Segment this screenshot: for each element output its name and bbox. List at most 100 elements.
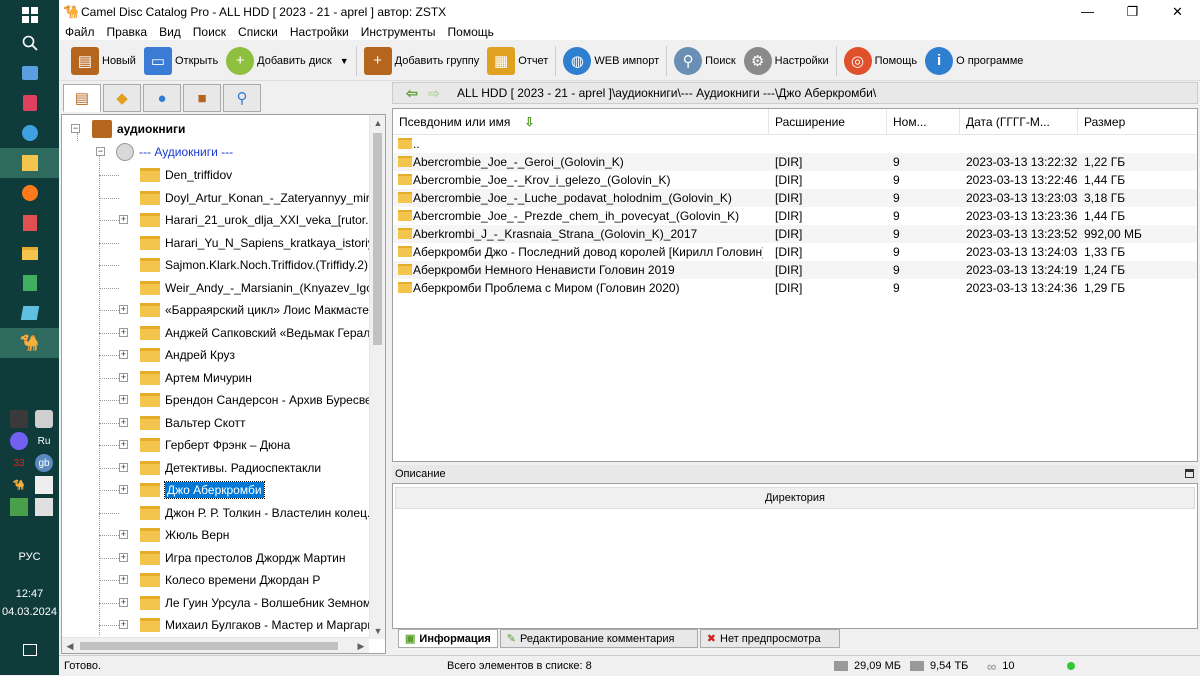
menu-settings[interactable]: Настройки (284, 25, 355, 39)
h-scroll-thumb[interactable] (80, 642, 338, 650)
collapse-icon[interactable]: − (96, 147, 105, 156)
expand-icon[interactable]: + (119, 372, 128, 382)
back-arrow-icon[interactable]: ⇦ (401, 84, 423, 102)
sticky-notes-icon[interactable] (0, 148, 59, 178)
tree-disc-node[interactable]: − --- Аудиокниги --- (96, 141, 233, 163)
tree-folder-node[interactable]: + Артем Мичурин (119, 367, 252, 389)
collapse-icon[interactable]: − (71, 124, 80, 133)
expand-icon[interactable]: + (119, 485, 128, 494)
tree-vertical-scrollbar[interactable]: ▲ ▼ (369, 115, 385, 639)
tree-folder-node[interactable]: + Джо Аберкромби (119, 479, 265, 501)
clock-time[interactable]: 12:47 (0, 588, 59, 600)
open-button[interactable]: ▭ Открыть (140, 43, 222, 79)
tree-folder-node[interactable]: + «Барраярский цикл» Лоис Макмастер (119, 299, 376, 321)
web-import-button[interactable]: ◍ WEB импорт (559, 43, 663, 79)
search-results-tab[interactable]: ⚲ (223, 84, 261, 112)
camel-catalog-taskbar-icon[interactable]: 🐪 (0, 328, 59, 358)
maximize-pane-icon[interactable] (1185, 469, 1194, 478)
minimize-button[interactable]: — (1065, 0, 1110, 23)
scroll-right-arrow-icon[interactable]: ▶ (353, 638, 369, 653)
search-icon[interactable] (0, 28, 59, 58)
tab-info[interactable]: ▣ Информация (398, 629, 498, 648)
viber-tray-icon[interactable] (10, 432, 28, 450)
shield-tray-icon[interactable] (35, 410, 53, 428)
scroll-thumb[interactable] (373, 133, 382, 345)
menu-tools[interactable]: Инструменты (355, 25, 442, 39)
expand-icon[interactable]: + (119, 530, 128, 539)
tree-folder-node[interactable]: + Андрей Круз (119, 344, 235, 366)
column-header-date[interactable]: Дата (ГГГГ-М... (960, 109, 1078, 135)
tree-folder-node[interactable]: + Детективы. Радиоспектакли (119, 457, 321, 479)
tree-horizontal-scrollbar[interactable]: ◀ ▶ (62, 637, 369, 653)
tree-root-node[interactable]: − аудиокниги (71, 118, 185, 140)
expand-icon[interactable]: + (119, 350, 128, 359)
tree-folder-node[interactable]: Den_triffidov (140, 164, 232, 186)
catalog-tab[interactable]: ▤ (63, 84, 101, 112)
nvidia-tray-icon[interactable] (10, 410, 28, 428)
tags-tab[interactable]: ◆ (103, 84, 141, 112)
column-header-size[interactable]: Размер (1078, 109, 1197, 135)
search-button[interactable]: ⚲ Поиск (670, 43, 739, 79)
firefox-icon[interactable] (0, 178, 59, 208)
locations-tab[interactable]: ■ (183, 84, 221, 112)
menu-help[interactable]: Помощь (442, 25, 500, 39)
expand-icon[interactable]: + (119, 440, 128, 449)
language-indicator[interactable]: РУС (0, 551, 59, 563)
notification-count-tray-icon[interactable]: 33 (10, 454, 28, 472)
app-pinned-2-icon[interactable] (0, 88, 59, 118)
column-header-name[interactable]: Псевдоним или имя ⇩ (393, 109, 769, 135)
language-ru-tray-icon[interactable]: Ru (35, 432, 53, 450)
tree-folder-node[interactable]: + Колесо времени Джордан Р (119, 569, 320, 591)
tab-edit-comment[interactable]: ✎ Редактирование комментария (499, 629, 698, 648)
file-row[interactable]: Аберкромби Джо - Последний довод королей… (393, 243, 1197, 261)
tree-folder-node[interactable]: Doyl_Artur_Konan_-_Zateryannyy_mir (140, 187, 370, 209)
contacts-tab[interactable]: ● (143, 84, 181, 112)
maximize-button[interactable]: ❐ (1110, 0, 1155, 23)
description-box[interactable]: Директория (392, 483, 1198, 629)
menu-file[interactable]: Файл (59, 25, 101, 39)
tree-folder-node[interactable]: + Михаил Булгаков - Мастер и Маргари (119, 614, 374, 636)
expand-icon[interactable]: + (119, 462, 128, 472)
file-row[interactable]: Aberkrombi_J_-_Krasnaia_Strana_(Golovin_… (393, 225, 1197, 243)
file-row[interactable]: Abercrombie_Joe_-_Prezde_chem_ih_povecya… (393, 207, 1197, 225)
expand-icon[interactable]: + (119, 620, 128, 629)
settings-button[interactable]: ⚙ Настройки (740, 43, 833, 79)
tab-no-preview[interactable]: ✖ Нет предпросмотра (699, 629, 840, 648)
network-tray-icon[interactable] (35, 476, 53, 494)
app-pinned-3-icon[interactable] (0, 118, 59, 148)
tree-folder-node[interactable]: + Вальтер Скотт (119, 412, 246, 434)
file-row[interactable]: Аберкромби Проблема с Миром (Головин 202… (393, 279, 1197, 297)
file-row[interactable]: Abercrombie_Joe_-_Luche_podavat_holodnim… (393, 189, 1197, 207)
expand-icon[interactable]: + (119, 597, 128, 607)
security-tray-icon[interactable] (35, 498, 53, 516)
file-row[interactable]: Аберкромби Немного Ненависти Головин 201… (393, 261, 1197, 279)
menu-search[interactable]: Поиск (187, 25, 232, 39)
windows-start-icon[interactable] (0, 0, 59, 30)
tree-folder-node[interactable]: + Анджей Сапковский «Ведьмак Геральт (119, 322, 381, 344)
help-button[interactable]: ◎ Помощь (840, 43, 922, 79)
expand-icon[interactable]: + (119, 575, 128, 584)
app-pinned-5-icon[interactable] (0, 268, 59, 298)
app-pinned-6-icon[interactable] (0, 298, 59, 328)
camel-tray-icon[interactable]: 🐪 (10, 476, 28, 494)
clock-date[interactable]: 04.03.2024 (0, 606, 59, 618)
report-button[interactable]: ▦ Отчет (483, 43, 552, 79)
app-pinned-1-icon[interactable] (0, 58, 59, 88)
menu-lists[interactable]: Списки (232, 25, 284, 39)
new-catalog-button[interactable]: ▤ Новый (67, 43, 140, 79)
expand-icon[interactable]: + (119, 327, 128, 337)
tree-folder-node[interactable]: + Harari_21_urok_dlja_XXI_veka_[rutor.inf… (119, 209, 385, 231)
about-button[interactable]: iО программе (921, 43, 1027, 79)
scroll-left-arrow-icon[interactable]: ◀ (62, 638, 78, 653)
add-disc-dropdown-icon[interactable]: ▼ (340, 56, 349, 66)
menu-view[interactable]: Вид (153, 25, 187, 39)
notifications-icon[interactable] (0, 635, 59, 665)
app-pinned-4-icon[interactable] (0, 208, 59, 238)
tree-folder-node[interactable]: + Жюль Верн (119, 524, 229, 546)
tree-folder-node[interactable]: Джон Р. Р. Толкин - Властелин колец.2 (140, 502, 377, 524)
tree-folder-node[interactable]: + Ле Гуин Урсула - Волшебник Земномо (119, 592, 378, 614)
menu-edit[interactable]: Правка (101, 25, 154, 39)
expand-icon[interactable]: + (119, 215, 128, 224)
add-group-button[interactable]: + Добавить группу (360, 43, 484, 79)
tree-folder-node[interactable]: Harari_Yu_N_Sapiens_kratkaya_istoriya_c (140, 232, 385, 254)
